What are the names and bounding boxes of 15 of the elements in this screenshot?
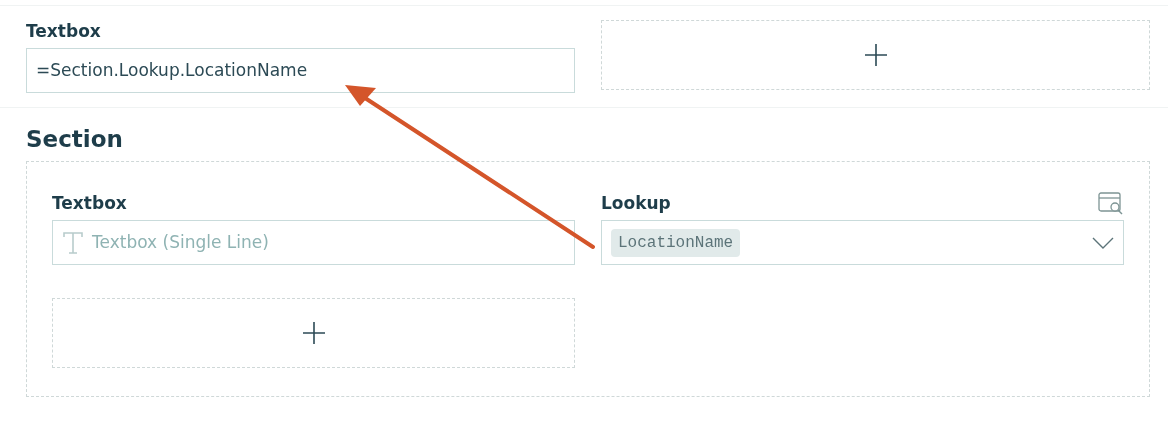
lookup-dropdown[interactable]: LocationName <box>601 220 1124 265</box>
text-type-icon <box>62 230 84 255</box>
field-label: Textbox <box>26 20 101 42</box>
field-label: Lookup <box>601 192 671 214</box>
add-field-button[interactable] <box>52 298 575 368</box>
section-title: Section <box>26 125 124 154</box>
add-icon <box>301 321 326 345</box>
field-label: Textbox <box>52 192 127 214</box>
lookup-search-icon[interactable] <box>1098 192 1124 216</box>
add-field-button[interactable] <box>601 20 1150 90</box>
selected-tag: LocationName <box>611 228 741 257</box>
add-icon <box>863 43 888 67</box>
text-field[interactable]: Textbox (Single Line) <box>52 220 575 265</box>
text-field[interactable]: =Section.Lookup.LocationName <box>26 48 575 93</box>
chevron-down-icon <box>1092 236 1114 249</box>
